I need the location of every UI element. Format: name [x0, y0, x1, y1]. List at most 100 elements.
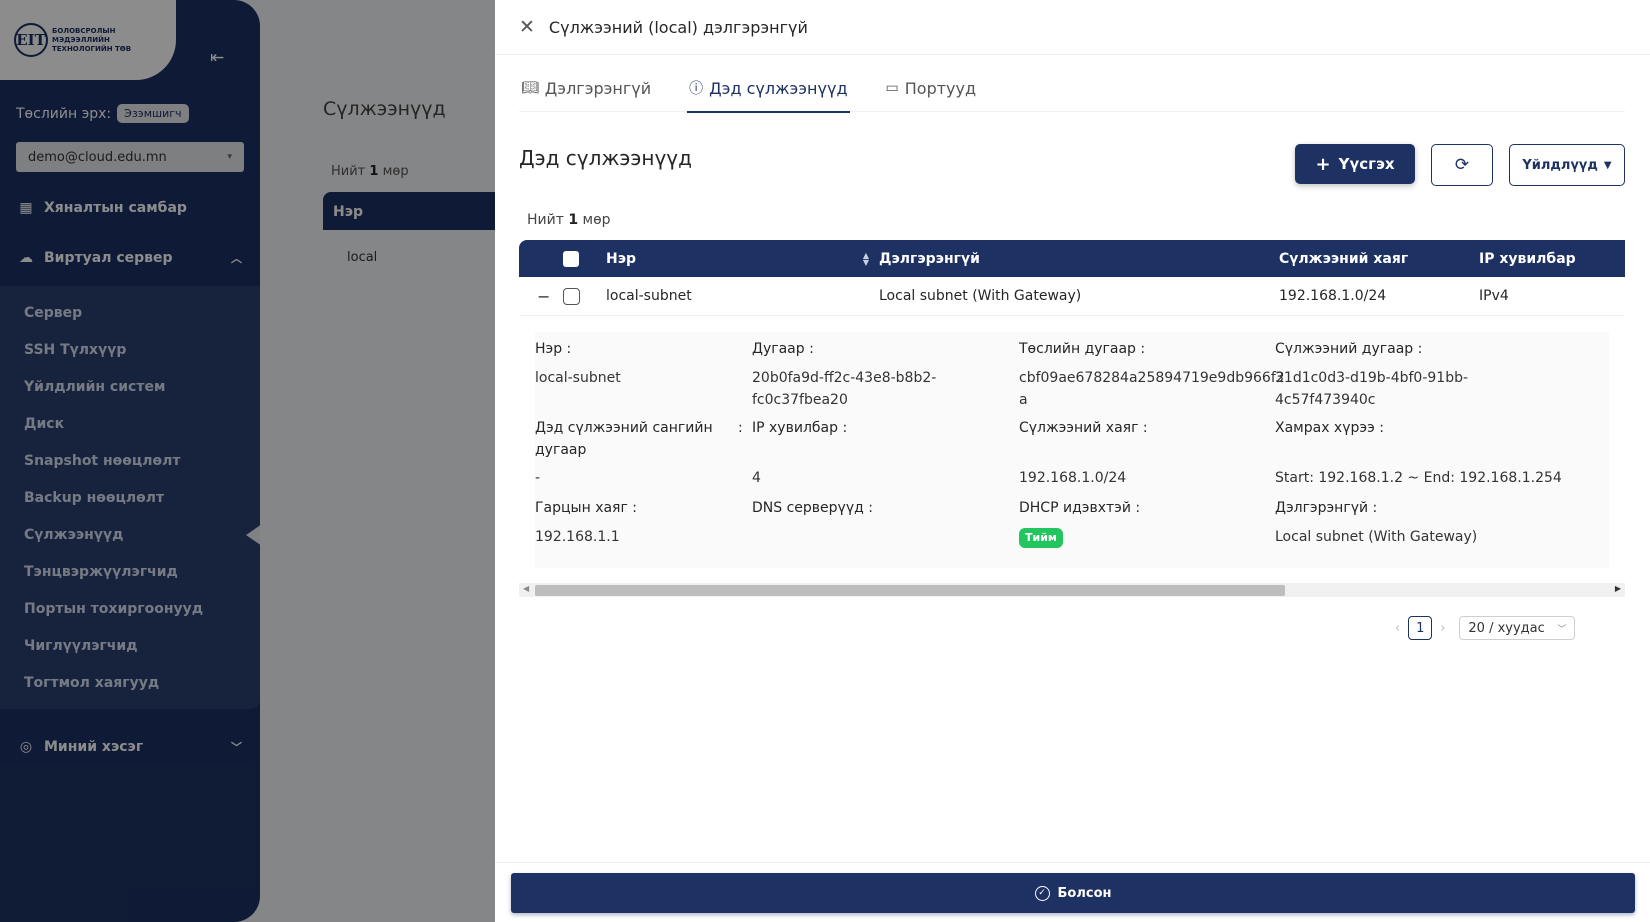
label-text: Төслийн дугаар	[1019, 341, 1136, 357]
section-title: Дэд сүлжээнүүд	[519, 146, 692, 170]
total-count-text: Нийт 1 мөр	[527, 212, 611, 228]
header-name-label: Нэр	[606, 250, 637, 267]
table-header: Нэр ▲ ▼ Дэлгэрэнгүй Сүлжээний хаяг IP хув…	[519, 240, 1625, 277]
expanded-row-details: Нэр : Дугаар : Төслийн дугаар : Сүлжээни…	[535, 332, 1609, 568]
value-dhcp: Тийм	[1019, 526, 1063, 548]
current-page[interactable]: 1	[1408, 616, 1433, 640]
info-icon: ⓘ	[689, 81, 704, 97]
network-detail-drawer: ✕ Сүлжээний (local) дэлгэрэнгүй 📖︎ Дэлгэ…	[495, 0, 1650, 922]
label-text: Сүлжээний хаяг	[1019, 420, 1139, 436]
value-network-id: 31d1c0d3-d19b-4bf0-91bb- 4c57f473940c	[1275, 367, 1468, 411]
value-line: 4c57f473940c	[1275, 392, 1376, 408]
status-badge: Тийм	[1019, 528, 1063, 548]
tab-ports[interactable]: ▭ Портууд	[884, 64, 979, 112]
label-text: Хамрах хүрээ	[1275, 420, 1375, 436]
check-circle-icon: ✓	[1034, 885, 1050, 901]
drawer-footer: ✓ Болсон	[495, 862, 1650, 922]
tab-details[interactable]: 📖︎ Дэлгэрэнгүй	[519, 64, 653, 112]
label-cidr: Сүлжээний хаяг :	[1019, 420, 1148, 436]
next-page-icon[interactable]: ›	[1440, 621, 1445, 636]
cell-cidr: 192.168.1.0/24	[1279, 288, 1387, 304]
drawer-header: ✕ Сүлжээний (local) дэлгэрэнгүй	[495, 0, 1650, 55]
tab-subnets[interactable]: ⓘ Дэд сүлжээнүүд	[687, 64, 850, 113]
chevron-down-icon: ▼	[1603, 159, 1612, 171]
page-size-select[interactable]: 20 / хуудас ﹀	[1459, 616, 1576, 640]
label-text: Дугаар	[752, 341, 805, 357]
label-line: Дэд сүлжээний сангийн	[535, 420, 713, 436]
port-icon: ▭	[885, 80, 899, 96]
label-text: DHCP идэвхтэй	[1019, 500, 1131, 516]
tab-label: Дэд сүлжээнүүд	[709, 78, 848, 98]
sort-icon[interactable]: ▲ ▼	[863, 251, 869, 266]
tabs: 📖︎ Дэлгэрэнгүй ⓘ Дэд сүлжээнүүд ▭ Портуу…	[519, 64, 1625, 113]
row-checkbox-cell	[563, 287, 595, 305]
value-allocation-range: Start: 192.168.1.2 ~ End: 192.168.1.254	[1275, 470, 1562, 486]
label-name: Нэр :	[535, 341, 572, 357]
value-line: a	[1019, 392, 1028, 408]
total-suffix: мөр	[582, 212, 611, 228]
header-description: Дэлгэрэнгүй	[879, 250, 980, 267]
value-id: 20b0fa9d-ff2c-43e8-b8b2- fc0c37fbea20	[752, 367, 936, 411]
table-row[interactable]: − local-subnet Local subnet (With Gatewa…	[519, 277, 1625, 316]
label-project-id: Төслийн дугаар :	[1019, 341, 1146, 357]
create-subnet-button[interactable]: + Үүсгэх	[1295, 144, 1415, 184]
close-icon[interactable]: ✕	[519, 16, 535, 38]
total-prefix: Нийт	[527, 212, 564, 228]
value-line: 20b0fa9d-ff2c-43e8-b8b2-	[752, 370, 937, 386]
done-button[interactable]: ✓ Болсон	[511, 873, 1635, 913]
header-ip-version: IP хувилбар	[1479, 250, 1576, 267]
label-id: Дугаар :	[752, 341, 814, 357]
value-line: 31d1c0d3-d19b-4bf0-91bb-	[1275, 370, 1469, 386]
horizontal-scrollbar[interactable]: ◀ ▶	[519, 583, 1625, 597]
subnets-table: Нэр ▲ ▼ Дэлгэрэнгүй Сүлжээний хаяг IP хув…	[519, 240, 1625, 568]
label-line: дугаар	[535, 442, 587, 458]
cell-description: Local subnet (With Gateway)	[879, 288, 1082, 304]
value-line: fc0c37fbea20	[752, 392, 848, 408]
scrollbar-thumb[interactable]	[535, 585, 1285, 596]
tab-label: Дэлгэрэнгүй	[544, 78, 652, 98]
header-cidr: Сүлжээний хаяг	[1279, 250, 1409, 267]
header-checkbox-cell	[563, 250, 595, 267]
scroll-right-icon[interactable]: ▶	[1615, 584, 1621, 593]
book-icon: 📖︎	[521, 80, 539, 96]
pagination: ‹ 1 › 20 / хуудас ﹀	[1395, 616, 1576, 640]
label-description: Дэлгэрэнгүй :	[1275, 500, 1378, 516]
cell-ip-version: IPv4	[1479, 288, 1509, 304]
value-name: local-subnet	[535, 370, 621, 386]
label-subnet-pool: Дэд сүлжээний сангийн дугаар	[535, 417, 713, 461]
label-dhcp: DHCP идэвхтэй :	[1019, 500, 1141, 516]
value-cidr: 192.168.1.0/24	[1019, 470, 1127, 486]
value-project-id: cbf09ae678284a25894719e9db966f2 a	[1019, 367, 1285, 411]
scroll-left-icon[interactable]: ◀	[523, 584, 529, 593]
actions-dropdown[interactable]: Үйлдлүүд ▼	[1509, 144, 1625, 186]
label-text: Сүлжээний дугаар	[1275, 341, 1414, 357]
label-text: DNS серверүүд	[752, 500, 864, 516]
value-gateway: 192.168.1.1	[535, 529, 620, 545]
drawer-title: Сүлжээний (local) дэлгэрэнгүй	[548, 17, 808, 37]
tab-label: Портууд	[904, 78, 977, 98]
label-text: Нэр	[535, 341, 563, 357]
refresh-button[interactable]: ⟳	[1431, 144, 1493, 186]
label-allocation-range: Хамрах хүрээ :	[1275, 420, 1384, 436]
value-subnet-pool: -	[535, 470, 541, 486]
collapse-row-icon[interactable]: −	[519, 287, 563, 306]
plus-icon: +	[1315, 153, 1331, 175]
refresh-icon: ⟳	[1454, 155, 1470, 175]
cell-name: local-subnet	[606, 288, 692, 304]
label-dns: DNS серверүүд :	[752, 500, 873, 516]
label-colon: :	[738, 420, 743, 436]
create-label: Үүсгэх	[1338, 155, 1395, 173]
label-ip-version: IP хувилбар :	[752, 420, 848, 436]
header-name[interactable]: Нэр ▲ ▼	[595, 251, 879, 267]
label-text: IP хувилбар	[752, 420, 838, 436]
actions-label: Үйлдлүүд	[1522, 157, 1598, 173]
prev-page-icon[interactable]: ‹	[1395, 621, 1400, 636]
label-network-id: Сүлжээний дугаар :	[1275, 341, 1423, 357]
label-text: Гарцын хаяг	[535, 500, 628, 516]
value-description: Local subnet (With Gateway)	[1275, 529, 1478, 545]
page-size-value: 20 / хуудас	[1468, 620, 1545, 636]
value-ip-version: 4	[752, 470, 761, 486]
chevron-down-icon: ﹀	[1557, 624, 1567, 635]
select-all-checkbox[interactable]	[563, 250, 579, 267]
row-checkbox[interactable]	[563, 287, 580, 305]
